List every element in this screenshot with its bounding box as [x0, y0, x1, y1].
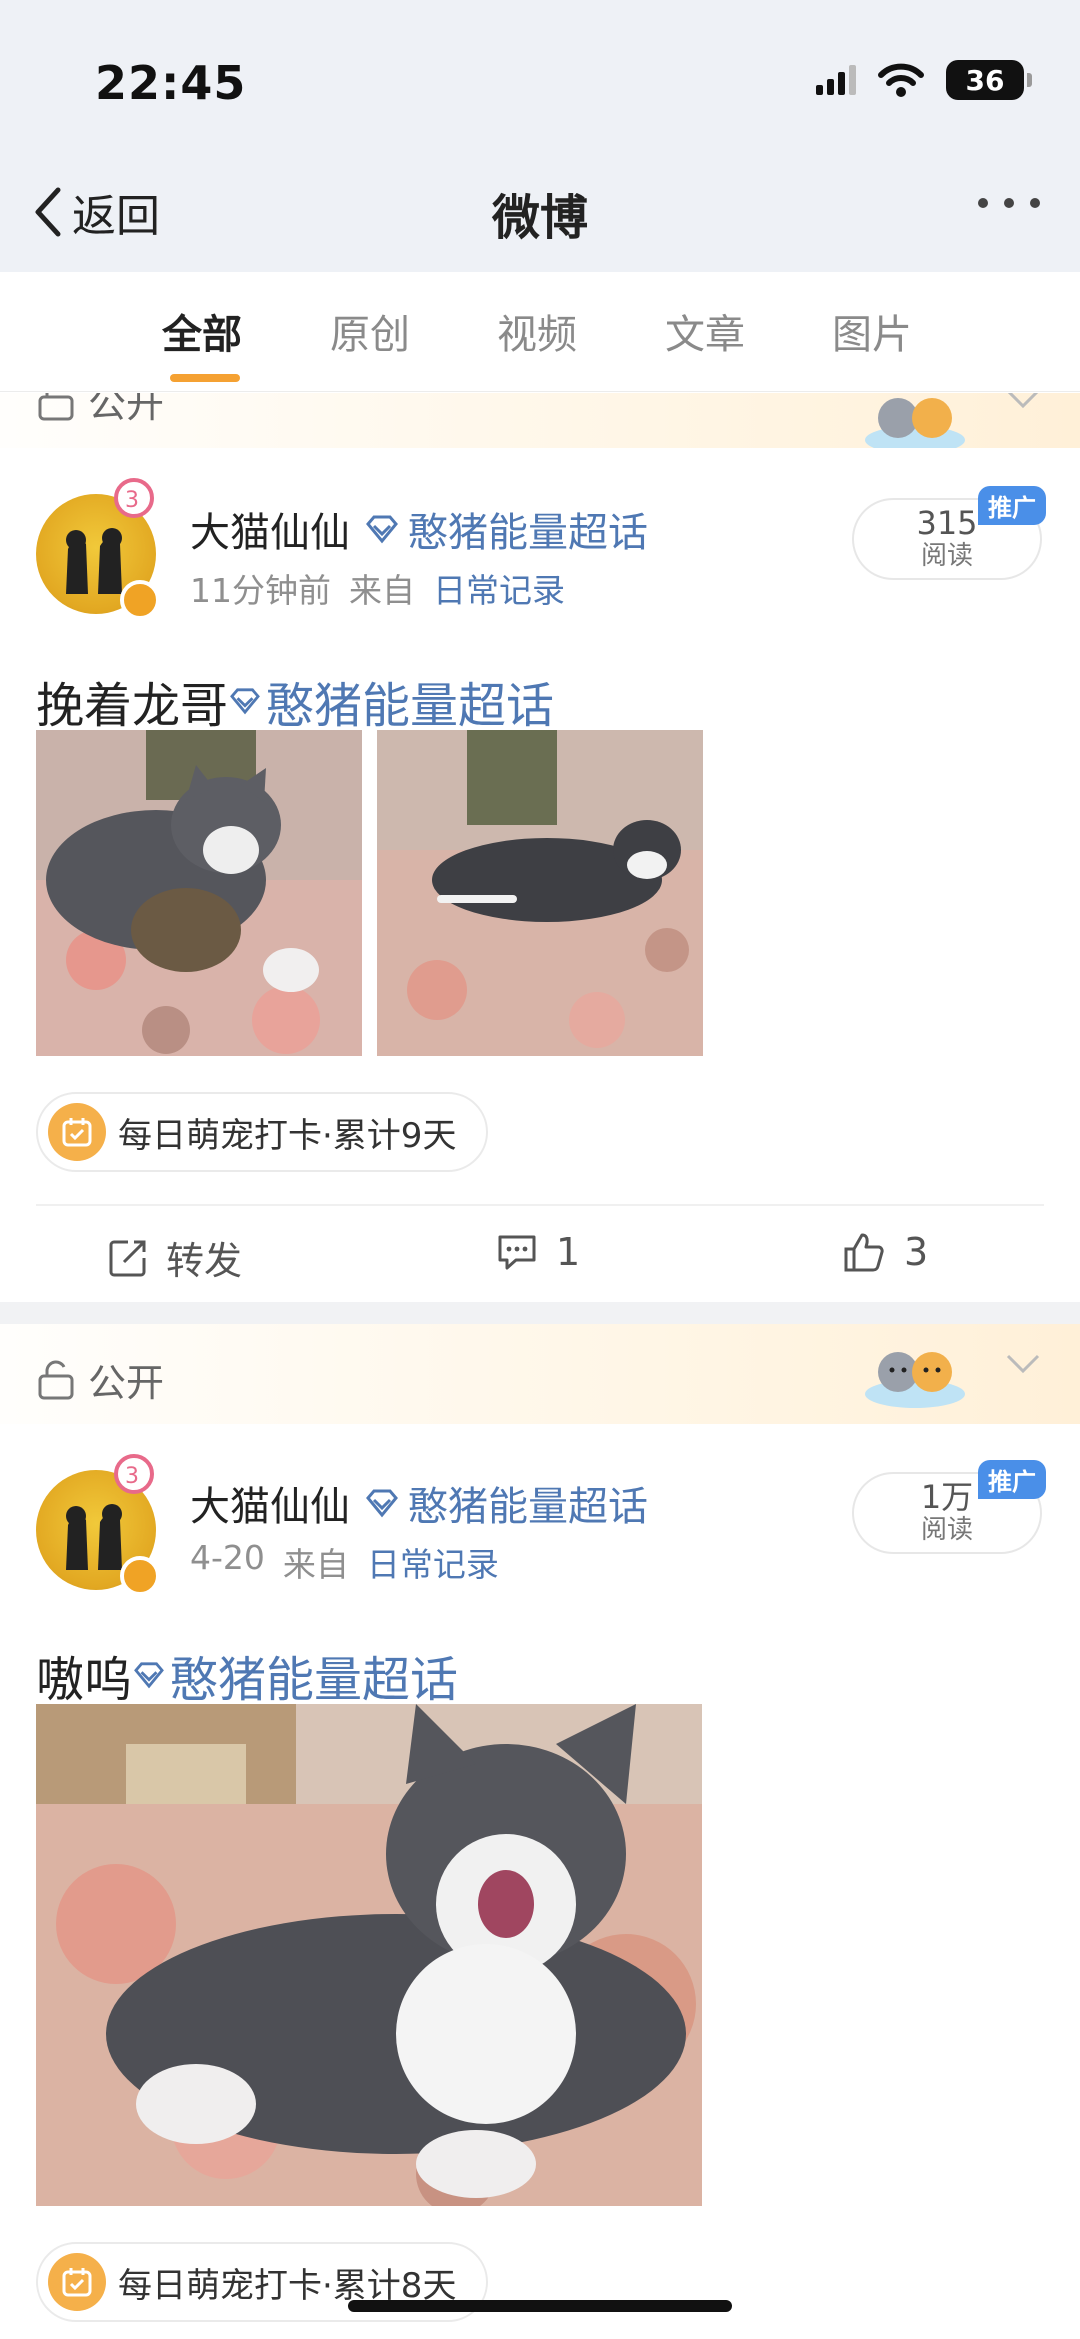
checkin-chip[interactable]: 每日萌宠打卡·累计9天	[36, 1092, 489, 1172]
comment-icon	[498, 1235, 536, 1270]
lock-open-icon	[38, 1360, 74, 1399]
cat-photo	[377, 730, 703, 1056]
post-header: 大猫仙仙 憨猪能量超话	[190, 500, 648, 558]
cat-photo	[36, 730, 362, 1056]
post-text: 挽着龙哥 憨猪能量超话	[36, 666, 554, 736]
username[interactable]: 大猫仙仙	[190, 500, 350, 558]
read-label: 阅读	[920, 1515, 973, 1545]
diamond-icon	[134, 1662, 164, 1689]
filter-tabs: 全部 原创 视频 文章 图片	[0, 272, 1080, 392]
chevron-down-icon	[1006, 1354, 1040, 1374]
post-text-body: 嗷呜	[36, 1652, 133, 1708]
visibility-label-wrap: 公开	[38, 1352, 164, 1407]
svg-text:3: 3	[125, 488, 139, 513]
avatar-sticker-icon: 3	[114, 478, 154, 518]
cat-photo	[36, 1704, 702, 2206]
promote-badge[interactable]: 推广	[978, 1460, 1046, 1499]
more-dot-icon	[1004, 198, 1014, 208]
post-header: 大猫仙仙 憨猪能量超话	[190, 1474, 648, 1532]
tab-video[interactable]: 视频	[497, 302, 577, 360]
cat-sticker-icon	[865, 398, 965, 448]
verified-badge-icon	[120, 1556, 160, 1596]
svg-text:3: 3	[125, 1464, 139, 1489]
post-meta: 11分钟前 来自 日常记录	[190, 564, 565, 612]
post-meta: 4-20 来自 日常记录	[190, 1538, 499, 1586]
from-label: 来自	[282, 1545, 349, 1584]
visibility-label-wrap: 公开	[38, 393, 164, 428]
post-text: 嗷呜 憨猪能量超话	[36, 1640, 458, 1710]
super-topic-link[interactable]: 憨猪能量超话	[364, 500, 648, 558]
home-indicator[interactable]	[348, 2300, 732, 2312]
nav-bar: 返回 微博	[0, 160, 1080, 270]
active-tab-indicator	[170, 374, 240, 382]
repost-button[interactable]: 转发	[108, 1230, 242, 1285]
repost-icon	[109, 1240, 146, 1276]
avatar-sticker-icon: 3	[114, 1454, 154, 1494]
more-button[interactable]	[978, 198, 1040, 208]
calendar-icon	[48, 2253, 106, 2311]
post-source[interactable]: 日常记录	[367, 1538, 499, 1586]
calendar-icon	[48, 1103, 106, 1161]
from-label: 来自	[349, 571, 415, 610]
thumbs-up-icon	[844, 1233, 884, 1272]
post-image[interactable]	[377, 730, 703, 1056]
post-time: 4-20	[190, 1538, 265, 1577]
repost-label: 转发	[166, 1239, 243, 1283]
checkin-label: 每日萌宠打卡·累计9天	[118, 1115, 457, 1156]
username[interactable]: 大猫仙仙	[190, 1474, 350, 1532]
super-topic-link[interactable]: 憨猪能量超话	[364, 1474, 648, 1532]
diamond-icon	[366, 1489, 398, 1518]
wifi-icon	[878, 63, 924, 97]
read-label: 阅读	[920, 541, 973, 571]
avatar[interactable]: 3	[36, 1454, 160, 1596]
diamond-icon	[366, 515, 398, 544]
status-icons: 36	[816, 60, 1032, 100]
post-actions: 转发 1 3	[36, 1204, 1044, 1304]
post-text-body: 挽着龙哥	[36, 678, 229, 734]
visibility-label: 公开	[88, 1361, 165, 1405]
super-topic-label: 憨猪能量超话	[408, 1484, 648, 1530]
like-button[interactable]: 3	[842, 1230, 928, 1274]
avatar[interactable]: 3	[36, 478, 160, 620]
post-topic-link[interactable]: 憨猪能量超话	[132, 1640, 458, 1710]
read-count-badge[interactable]: 315 阅读 推广	[852, 486, 1046, 580]
verified-badge-icon	[120, 580, 160, 620]
post-separator	[0, 1302, 1080, 1324]
status-time: 22:45	[95, 56, 247, 110]
promote-badge[interactable]: 推广	[978, 486, 1046, 525]
cat-sticker-icon	[865, 1352, 965, 1408]
post-topic-link[interactable]: 憨猪能量超话	[228, 666, 554, 736]
signal-icon	[816, 65, 856, 95]
tab-original[interactable]: 原创	[330, 302, 410, 360]
post-topic-label: 憨猪能量超话	[170, 1652, 459, 1708]
post-source[interactable]: 日常记录	[433, 564, 565, 612]
post-image[interactable]	[36, 1704, 702, 2206]
tab-all[interactable]: 全部	[162, 302, 242, 360]
tab-image[interactable]: 图片	[832, 302, 912, 360]
page-title: 微博	[491, 190, 588, 246]
read-count-badge[interactable]: 1万 阅读 推广	[852, 1460, 1046, 1554]
post-time: 11分钟前	[190, 571, 331, 610]
post-topic-label: 憨猪能量超话	[266, 678, 555, 734]
like-count: 3	[904, 1230, 929, 1274]
diamond-icon	[230, 688, 260, 715]
post-image[interactable]	[36, 730, 362, 1056]
visibility-bar[interactable]: 公开	[0, 393, 1080, 448]
visibility-label: 公开	[88, 393, 165, 426]
post-card: 3 大猫仙仙 憨猪能量超话 4-20 来自 日常记录 1万 阅读 推广 嗷呜 憨…	[0, 1424, 1080, 2339]
comment-button[interactable]: 1	[496, 1230, 580, 1274]
more-dot-icon	[978, 198, 988, 208]
comment-count: 1	[556, 1230, 581, 1274]
post-card: 3 大猫仙仙 憨猪能量超话 11分钟前 来自 日常记录 315 阅读 推广 挽着…	[0, 448, 1080, 1298]
battery-icon: 36	[946, 60, 1032, 100]
super-topic-label: 憨猪能量超话	[408, 510, 648, 556]
tab-article[interactable]: 文章	[665, 302, 745, 360]
more-dot-icon	[1030, 198, 1040, 208]
lock-open-icon	[38, 393, 74, 420]
header: 22:45 36 返回 微博	[0, 0, 1080, 272]
chevron-down-icon	[1007, 393, 1039, 409]
visibility-bar[interactable]: 公开	[0, 1324, 1080, 1424]
